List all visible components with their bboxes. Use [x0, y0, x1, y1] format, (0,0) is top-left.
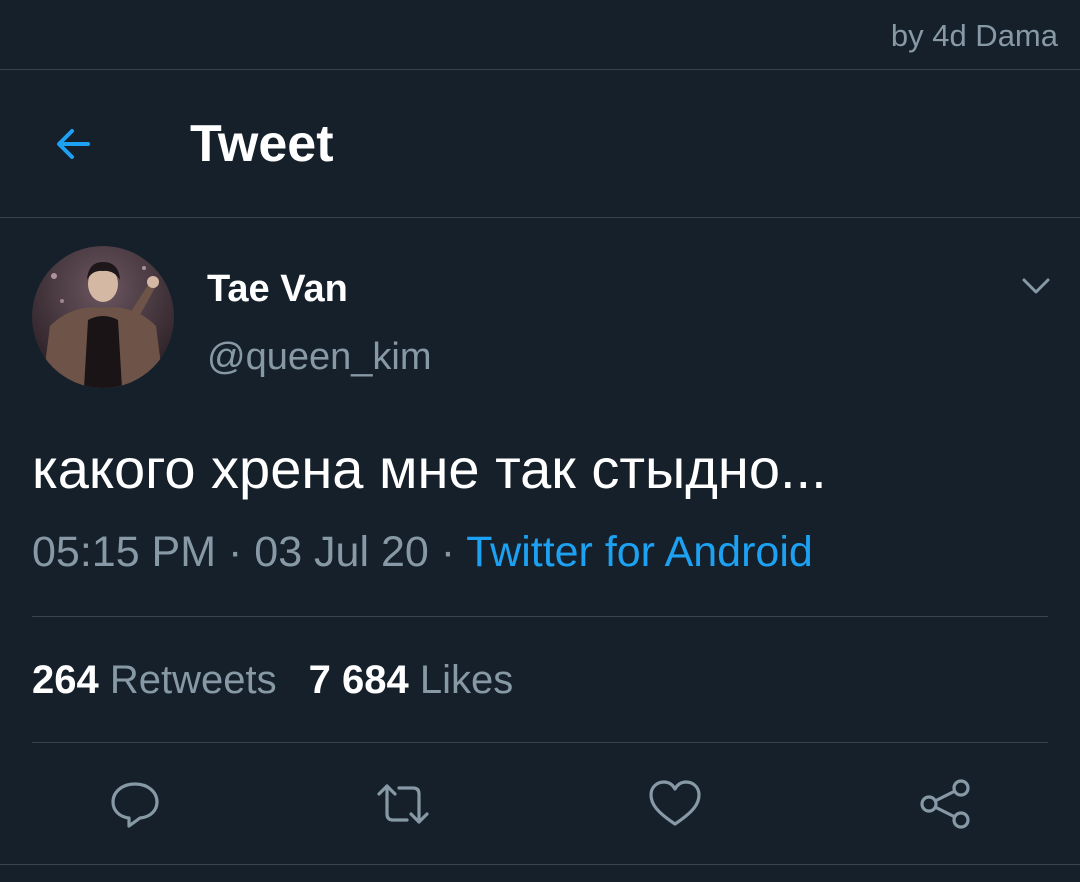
reply-icon[interactable] — [107, 776, 163, 832]
tweet-detail-screen: by 4d Dama Tweet Tae Van @queen_kim како… — [0, 0, 1080, 882]
author-handle[interactable]: @queen_kim — [207, 336, 431, 379]
tweet-meta: 05:15 PM · 03 Jul 20 · Twitter for Andro… — [32, 528, 813, 577]
heart-icon[interactable] — [647, 776, 703, 832]
watermark-text: by 4d Dama — [890, 18, 1058, 53]
author-name[interactable]: Tae Van — [207, 268, 348, 311]
tweet-source-link[interactable]: Twitter for Android — [466, 528, 813, 576]
retweets-count: 264 — [32, 658, 99, 702]
divider — [32, 742, 1048, 743]
meta-separator: · — [216, 528, 255, 576]
back-arrow-icon[interactable] — [48, 118, 100, 170]
watermark-bar: by 4d Dama — [0, 0, 1080, 70]
retweets-stat[interactable]: 264 Retweets — [32, 658, 277, 702]
meta-separator: · — [428, 528, 467, 576]
retweet-icon[interactable] — [375, 776, 431, 832]
share-icon[interactable] — [917, 776, 973, 832]
top-app-bar: Tweet — [0, 70, 1080, 218]
avatar[interactable] — [32, 246, 174, 388]
page-title: Tweet — [190, 115, 334, 173]
likes-label: Likes — [419, 658, 514, 702]
divider — [0, 864, 1080, 865]
tweet-time: 05:15 PM — [32, 528, 217, 576]
likes-stat[interactable]: 7 684 Likes — [309, 658, 514, 702]
likes-count: 7 684 — [308, 658, 409, 702]
tweet-stats: 264 Retweets 7 684 Likes — [32, 658, 513, 703]
tweet-text: какого хрена мне так стыдно... — [32, 437, 827, 500]
chevron-down-icon[interactable] — [1018, 268, 1054, 304]
tweet-date: 03 Jul 20 — [254, 528, 429, 576]
retweets-label: Retweets — [109, 658, 277, 702]
divider — [32, 616, 1048, 617]
